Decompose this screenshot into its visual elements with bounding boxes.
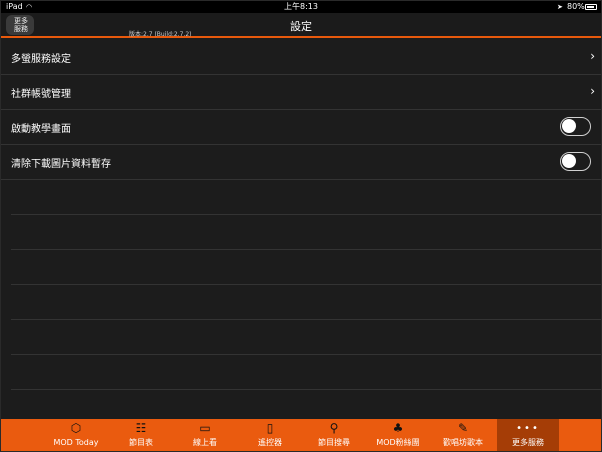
tab-label: 節目搜尋 [318,438,350,447]
clear-cache-toggle[interactable] [560,152,591,171]
empty-row [11,215,601,250]
chevron-right-icon: › [590,84,595,98]
cube-icon: ⬡ [70,421,82,435]
thumbs-up-icon: ♣ [392,421,404,435]
empty-row [11,250,601,285]
row-label: 清除下載圖片資料暫存 [11,159,111,170]
settings-list: 多螢服務設定 › 社群帳號管理 › 啟動教學畫面 清除下載圖片資料暫存 [1,40,601,425]
more-icon: ••• [516,423,540,434]
search-icon: ⚲ [329,421,339,435]
row-label: 社群帳號管理 [11,89,71,100]
battery-icon [585,4,597,10]
empty-row [11,355,601,390]
page-title: 設定 [290,20,312,33]
tab-mod-today[interactable]: ⬡ MOD Today [45,419,107,451]
status-bar: iPad ◠ 上午8:13 ➤ 80% [1,1,601,13]
tab-watch-online[interactable]: ▭ 線上看 [174,419,236,451]
battery-percent: 80% [567,2,585,11]
tab-search[interactable]: ⚲ 節目搜尋 [303,419,365,451]
tab-program-guide[interactable]: ☷ 節目表 [110,419,172,451]
list-icon: ☷ [135,421,147,435]
empty-row [11,285,601,320]
chevron-right-icon: › [590,49,595,63]
tutorial-toggle[interactable] [560,117,591,136]
row-label: 多螢服務設定 [11,54,71,65]
tab-remote[interactable]: ▯ 遙控器 [239,419,301,451]
settings-row-tutorial: 啟動教學畫面 [1,110,601,145]
settings-row-social-accounts[interactable]: 社群帳號管理 › [1,75,601,110]
app-window: iPad ◠ 上午8:13 ➤ 80% 更多 服務 版本:2.7 (Build:… [0,0,602,452]
nav-bar: 更多 服務 版本:2.7 (Build:2.7.2) 設定 [1,13,601,38]
row-label: 啟動教學畫面 [11,124,71,135]
tab-bar: ⬡ MOD Today ☷ 節目表 ▭ 線上看 ▯ 遙控器 ⚲ 節目搜尋 ♣ M… [1,419,601,451]
remote-icon: ▯ [266,421,274,435]
empty-row [11,180,601,215]
tab-label: 線上看 [193,438,217,447]
tab-label: 更多服務 [512,438,544,447]
tab-label: 歡唱坊歌本 [443,438,483,447]
toggle-knob [562,154,576,168]
settings-row-multiscreen[interactable]: 多螢服務設定 › [1,40,601,75]
tab-label: 遙控器 [258,438,282,447]
tab-karaoke-songbook[interactable]: ✎ 歡唱坊歌本 [432,419,494,451]
empty-row [11,320,601,355]
toggle-knob [562,119,576,133]
status-time: 上午8:13 [284,2,318,11]
tab-fan-page[interactable]: ♣ MOD粉絲團 [367,419,429,451]
location-icon: ➤ [557,3,563,11]
pencil-icon: ✎ [457,421,469,435]
tab-label: MOD Today [53,438,99,447]
tab-label: MOD粉絲團 [376,438,420,447]
tv-icon: ▭ [199,421,211,435]
settings-row-clear-cache: 清除下載圖片資料暫存 [1,145,601,180]
tab-more-services[interactable]: ••• 更多服務 [497,419,559,451]
tab-label: 節目表 [129,438,153,447]
